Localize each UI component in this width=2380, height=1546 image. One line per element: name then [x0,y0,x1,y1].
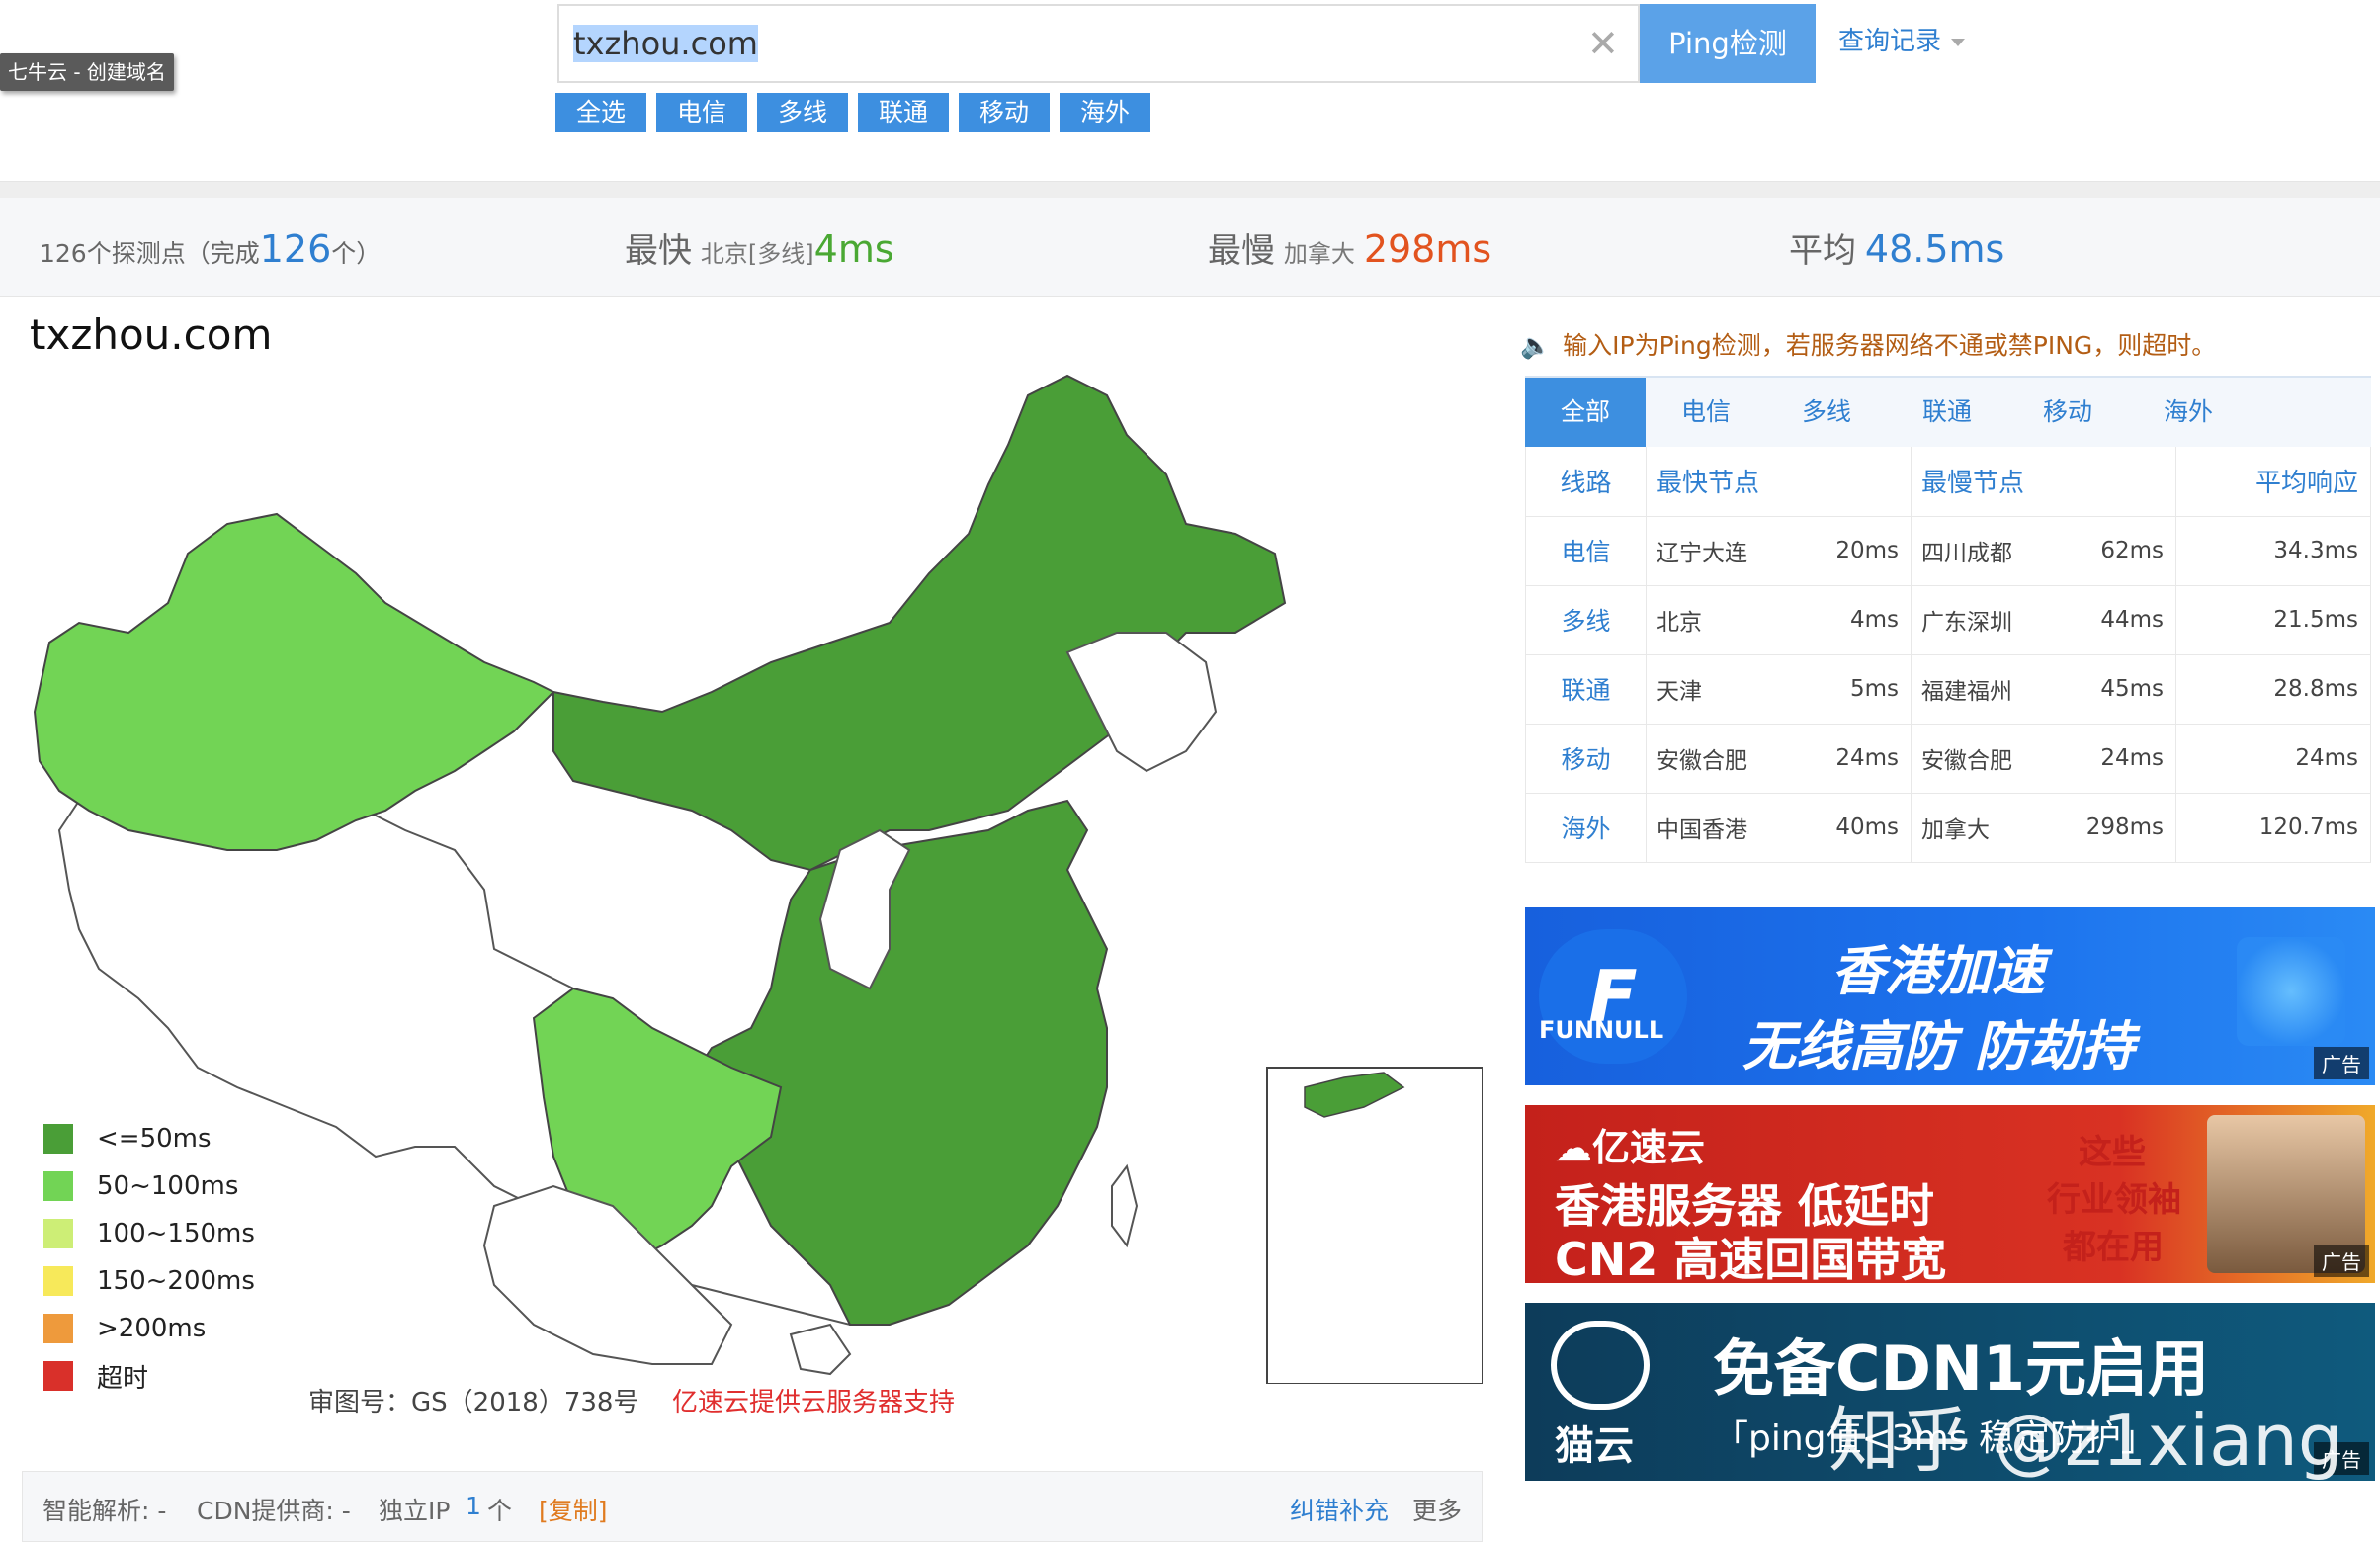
legend-item: 150~200ms [43,1257,255,1305]
legend-swatch [43,1219,73,1248]
chip-unicom[interactable]: 联通 [858,93,949,132]
main-content: txzhou.com <=50ms 50~100ms 100~150ms 150… [0,297,2380,1546]
col-slowest: 最慢节点 [1911,447,2176,517]
ad1-brand: FUNNULL [1539,1016,1664,1044]
table-header-row: 线路 最快节点 最慢节点 平均响应 [1525,447,2371,517]
table-row: 电信 辽宁大连 20ms 四川成都 62ms 34.3ms [1525,516,2371,586]
legend-item: >200ms [43,1305,255,1352]
maoyun-logo-icon [1551,1321,1650,1410]
isp-results-table: 线路 最快节点 最慢节点 平均响应 电信 辽宁大连 20ms 四川成都 62ms… [1525,447,2371,863]
chevron-down-icon [1951,38,1966,46]
resolve-info: 智能解析: - [42,1497,167,1525]
table-row: 联通 天津 5ms 福建福州 45ms 28.8ms [1525,654,2371,725]
ad2-right-1: 这些 [2079,1133,2146,1172]
tab-overseas[interactable]: 海外 [2128,378,2249,447]
chip-mobile[interactable]: 移动 [959,93,1050,132]
ad-yisu[interactable]: ☁亿速云 香港服务器 低延时 CN2 高速回国带宽 这些 行业领袖 都在用 广告 [1525,1105,2375,1283]
ad1-headline: 香港加速 [1831,940,2045,1002]
tab-mobile[interactable]: 移动 [2007,378,2128,447]
ad2-right-2: 行业领袖 [2047,1180,2181,1220]
isp-filter-chips: 全选 电信 多线 联通 移动 海外 [555,93,1150,132]
copy-button[interactable]: [复制] [539,1492,608,1527]
legend-item: <=50ms [43,1115,255,1162]
ad-label: 广告 [2314,1245,2369,1277]
info-bar: 智能解析: - CDN提供商: - 独立IP 1 个 [复制] 纠错补充 更多 [22,1471,1483,1542]
chip-all[interactable]: 全选 [555,93,646,132]
ip-count[interactable]: 1 [466,1492,481,1520]
stat-average: 平均 48.5ms [1789,227,2005,271]
ad1-subline: 无线高防 防劫持 [1742,1015,2135,1077]
stat-nodes: 126个探测点（完成126个） [40,227,382,271]
legend-swatch [43,1361,73,1391]
stats-bar: 126个探测点（完成126个） 最快 北京[多线]4ms 最慢 加拿大 298m… [0,198,2380,297]
notice-bar: 🔈 输入IP为Ping检测，若服务器网络不通或禁PING，则超时。 [1520,331,2217,360]
legend-swatch [43,1124,73,1154]
correct-link[interactable]: 纠错补充 [1290,1492,1389,1527]
speaker-icon: 🔈 [1520,331,1552,360]
server-cluster-icon [2237,937,2345,1046]
map-region-hainan [789,1323,852,1376]
search-input[interactable]: txzhou.com [573,22,758,65]
sponsor-link[interactable]: 亿速云提供云服务器支持 [672,1382,955,1418]
ping-button[interactable]: Ping检测 [1640,4,1816,83]
map-legend: <=50ms 50~100ms 100~150ms 150~200ms >200… [43,1115,255,1400]
bookmark-tag[interactable]: 七牛云 - 创建域名 [0,53,174,91]
tab-all[interactable]: 全部 [1525,378,1646,447]
table-row: 移动 安徽合肥 24ms 安徽合肥 24ms 24ms [1525,724,2371,794]
ip-unit: 个 [487,1497,513,1525]
legend-item: 100~150ms [43,1210,255,1257]
table-row: 多线 北京 4ms 广东深圳 44ms 21.5ms [1525,585,2371,655]
search-box[interactable]: txzhou.com ✕ [557,4,1640,83]
ad-funnull[interactable]: F FUNNULL 香港加速 无线高防 防劫持 广告 [1525,907,2375,1085]
isp-tabs: 全部 电信 多线 联通 移动 海外 [1525,376,2371,447]
map-region-xinjiang [33,512,555,851]
cdn-info: CDN提供商: - [197,1497,351,1525]
clear-icon[interactable]: ✕ [1587,24,1619,63]
legend-swatch [43,1314,73,1343]
stat-fastest: 最快 北京[多线]4ms [625,227,894,271]
stat-slowest: 最慢 加拿大 298ms [1208,227,1492,271]
map-region-taiwan [1111,1163,1139,1248]
ad2-right-3: 都在用 [2063,1228,2164,1267]
south-china-sea-inset [1266,1067,1483,1384]
ip-label: 独立IP [379,1497,451,1525]
legend-swatch [43,1266,73,1296]
table-row: 海外 中国香港 40ms 加拿大 298ms 120.7ms [1525,793,2371,863]
zhihu-watermark: 知乎 @z1xiang [1828,1399,2343,1482]
ad3-brand: 猫云 [1555,1423,1634,1469]
page-root: 七牛云 - 创建域名 txzhou.com ✕ Ping检测 查询记录 全选 电… [0,0,2380,1546]
ad2-subline: CN2 高速回国带宽 [1555,1233,1947,1283]
map-approval-number: 审图号：GS（2018）738号 [308,1388,639,1417]
history-dropdown[interactable]: 查询记录 [1838,22,1966,61]
top-bar: 七牛云 - 创建域名 txzhou.com ✕ Ping检测 查询记录 全选 电… [0,0,2380,182]
col-fastest: 最快节点 [1646,447,1912,517]
ad2-brand: ☁亿速云 [1555,1126,1706,1169]
col-line: 线路 [1525,447,1647,517]
ad-label: 广告 [2314,1047,2369,1079]
tab-unicom[interactable]: 联通 [1887,378,2007,447]
tab-telecom[interactable]: 电信 [1646,378,1766,447]
map-region-north [552,374,1287,872]
chip-multiline[interactable]: 多线 [757,93,848,132]
more-link[interactable]: 更多 [1412,1492,1462,1527]
legend-item: 50~100ms [43,1162,255,1210]
chip-telecom[interactable]: 电信 [656,93,747,132]
tab-multiline[interactable]: 多线 [1766,378,1887,447]
legend-item: 超时 [43,1352,255,1400]
col-average: 平均响应 [2175,447,2371,517]
chip-overseas[interactable]: 海外 [1060,93,1150,132]
cloud-icon: ☁ [1555,1126,1592,1169]
legend-swatch [43,1171,73,1201]
